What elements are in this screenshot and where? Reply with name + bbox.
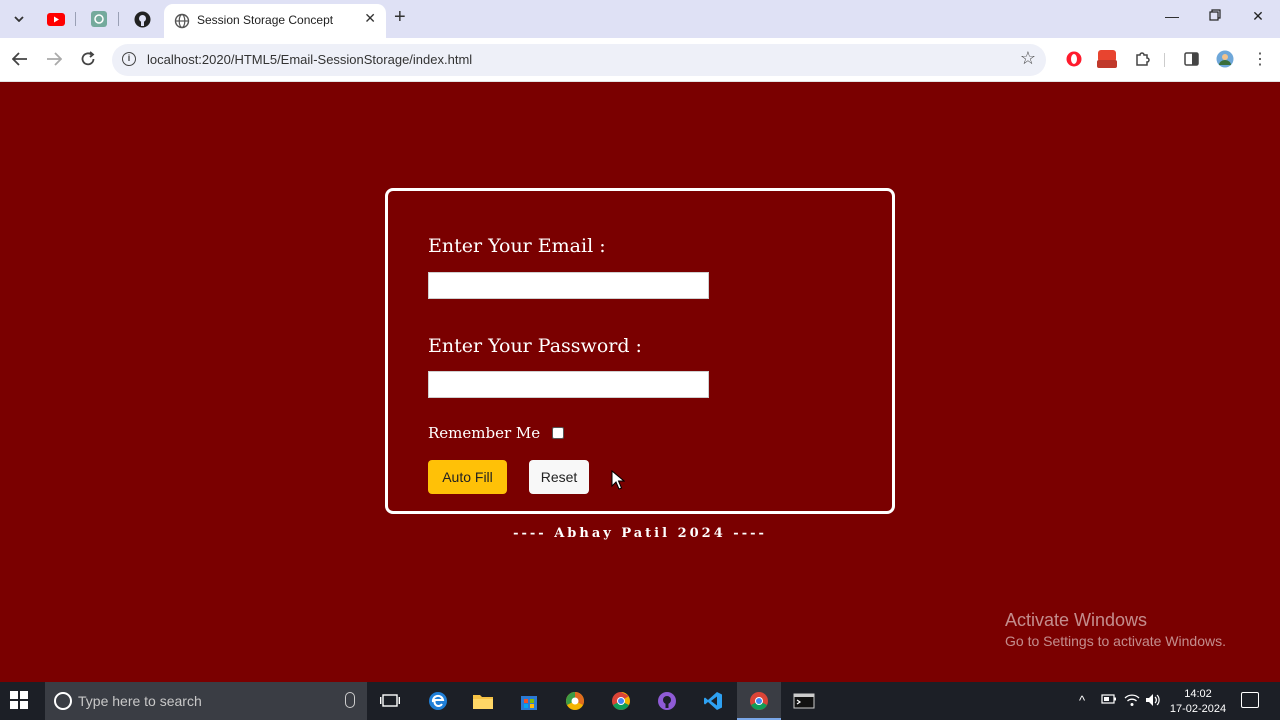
- remember-me-checkbox[interactable]: [552, 427, 564, 439]
- watermark-title: Activate Windows: [1005, 610, 1148, 630]
- tab-close-icon[interactable]: ✕: [364, 10, 376, 27]
- login-card: Enter Your Email : Enter Your Password :…: [385, 188, 895, 514]
- reload-icon[interactable]: [78, 49, 98, 69]
- password-label: Enter Your Password :: [428, 335, 642, 357]
- vscode-icon[interactable]: [702, 690, 724, 712]
- tab-separator: [118, 12, 119, 26]
- url-text[interactable]: localhost:2020/HTML5/Email-SessionStorag…: [147, 52, 472, 67]
- taskbar-search-box[interactable]: Type here to search: [45, 682, 367, 720]
- restore-icon[interactable]: [1205, 8, 1225, 24]
- remember-me-label: Remember Me: [428, 424, 541, 442]
- active-tab[interactable]: Session Storage Concept ✕: [164, 4, 386, 38]
- youtube-tab-icon[interactable]: [46, 9, 66, 29]
- chrome-icon[interactable]: [610, 690, 632, 712]
- activate-windows-watermark: Activate Windows Go to Settings to activ…: [1005, 610, 1226, 649]
- browser-toolbar: i localhost:2020/HTML5/Email-SessionStor…: [0, 38, 1280, 82]
- window-close-icon[interactable]: ✕: [1248, 8, 1268, 25]
- new-tab-plus-icon[interactable]: +: [394, 6, 406, 29]
- back-arrow-icon[interactable]: [10, 49, 30, 69]
- timer-extension-icon[interactable]: [1096, 49, 1118, 69]
- address-bar[interactable]: i localhost:2020/HTML5/Email-SessionStor…: [112, 44, 1046, 76]
- password-input[interactable]: [428, 371, 709, 398]
- windows-taskbar: Type here to search ^ 14:02 17-02-2024: [0, 682, 1280, 720]
- file-explorer-icon[interactable]: [472, 690, 494, 712]
- auto-fill-button[interactable]: Auto Fill: [428, 460, 507, 494]
- tab-separator: [75, 12, 76, 26]
- globe-icon: [174, 13, 190, 29]
- chatgpt-tab-icon[interactable]: [89, 9, 109, 29]
- side-panel-icon[interactable]: [1181, 49, 1201, 69]
- taskbar-clock[interactable]: 14:02 17-02-2024: [1168, 687, 1228, 717]
- footer-credit: ---- Abhay Patil 2024 ----: [513, 526, 767, 541]
- chrome-running-icon[interactable]: [748, 690, 770, 712]
- volume-icon[interactable]: [1145, 693, 1161, 710]
- extensions-puzzle-icon[interactable]: [1132, 49, 1152, 69]
- cortana-circle-icon: [54, 692, 72, 710]
- clock-time: 14:02: [1184, 688, 1212, 700]
- terminal-icon[interactable]: [793, 690, 815, 712]
- wifi-icon[interactable]: [1124, 693, 1140, 710]
- microsoft-store-icon[interactable]: [518, 690, 540, 712]
- profile-avatar-icon[interactable]: [1215, 49, 1235, 69]
- battery-icon[interactable]: [1101, 693, 1117, 708]
- microphone-icon[interactable]: [345, 692, 355, 708]
- task-view-icon[interactable]: [379, 690, 401, 712]
- tab-title: Session Storage Concept: [197, 13, 334, 27]
- bookmark-star-icon[interactable]: ☆: [1020, 48, 1036, 69]
- tray-chevron-up-icon[interactable]: ^: [1079, 693, 1085, 708]
- reset-button[interactable]: Reset: [529, 460, 589, 494]
- clock-date: 17-02-2024: [1169, 703, 1227, 715]
- taskbar-search-placeholder: Type here to search: [78, 693, 202, 709]
- email-input[interactable]: [428, 272, 709, 299]
- chrome-canary-icon[interactable]: [564, 690, 586, 712]
- edge-browser-icon[interactable]: [427, 690, 449, 712]
- toolbar-separator: [1164, 53, 1165, 67]
- browser-menu-icon[interactable]: ⋮: [1250, 49, 1270, 69]
- github-desktop-icon[interactable]: [656, 690, 678, 712]
- github-tab-icon[interactable]: [132, 9, 152, 29]
- watermark-subtitle: Go to Settings to activate Windows.: [1005, 633, 1226, 649]
- browser-tab-strip: Session Storage Concept ✕ + — ✕: [0, 0, 1280, 38]
- tab-search-chevron-icon[interactable]: [8, 8, 30, 30]
- windows-start-icon[interactable]: [10, 691, 32, 713]
- site-info-icon[interactable]: i: [122, 52, 136, 66]
- notification-center-icon[interactable]: [1241, 692, 1259, 708]
- forward-arrow-icon[interactable]: [44, 49, 64, 69]
- minimize-icon[interactable]: —: [1162, 8, 1182, 24]
- opera-extension-icon[interactable]: [1064, 49, 1084, 69]
- email-label: Enter Your Email :: [428, 235, 606, 257]
